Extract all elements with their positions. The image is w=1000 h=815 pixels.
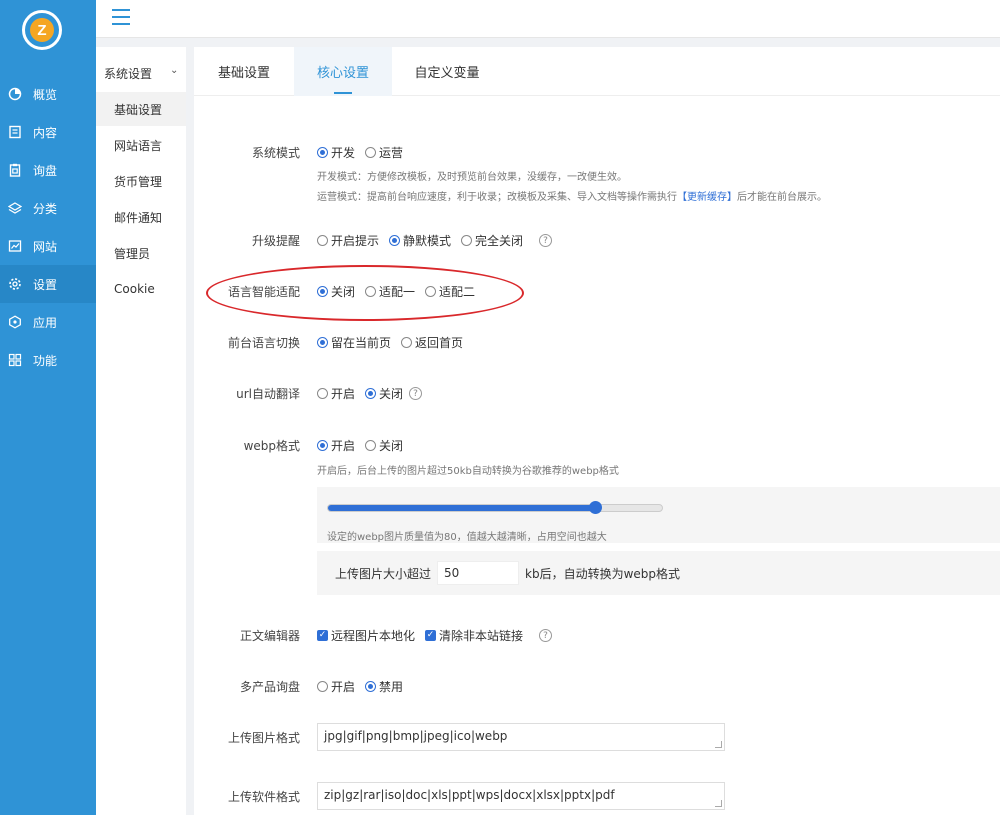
webp-quality-hint: 设定的webp图片质量值为80，值越大越清晰，占用空间也越大 <box>327 532 607 543</box>
subnav-title[interactable]: 系统设置 <box>104 65 152 82</box>
tab-bar: 基础设置 核心设置 自定义变量 <box>194 47 1000 96</box>
clear-external-links-checkbox[interactable]: ✓ 清除非本站链接 <box>425 627 523 644</box>
hexagon-icon <box>8 315 22 329</box>
system-mode-label: 系统模式 <box>251 146 300 160</box>
lang-adapt-options: 关闭 适配一 适配二 <box>317 283 485 300</box>
slider-fill <box>328 505 595 511</box>
webp-quality-slider[interactable] <box>327 501 663 514</box>
system-mode-hint-ops: 运营模式：提高前台响应速度，利于收录；改模板及采集、导入文档等操作需执行【更新缓… <box>317 192 827 203</box>
subnav-item-currency[interactable]: 货币管理 <box>96 164 186 198</box>
top-bar <box>96 0 1000 38</box>
webp-size-input[interactable] <box>437 561 520 585</box>
clipboard-icon <box>8 163 22 177</box>
nav-label: 分类 <box>33 201 58 216</box>
slider-handle[interactable] <box>589 501 602 514</box>
url-translate-on-radio[interactable]: 开启 <box>317 385 355 402</box>
grid-icon <box>8 353 22 367</box>
settings-subnav: 系统设置 ⌄ 基础设置 网站语言 货币管理 邮件通知 管理员 Cookie <box>96 47 186 815</box>
subnav-item-language[interactable]: 网站语言 <box>96 128 186 162</box>
nav-item-category[interactable]: 分类 <box>0 189 96 227</box>
nav-item-features[interactable]: 功能 <box>0 341 96 379</box>
webp-label: webp格式 <box>243 439 300 453</box>
nav-item-overview[interactable]: 概览 <box>0 75 96 113</box>
help-icon[interactable]: ? <box>409 387 423 400</box>
help-icon[interactable]: ? <box>539 629 553 642</box>
system-mode-dev-radio[interactable]: 开发 <box>317 144 355 161</box>
multi-inquiry-options: 开启 禁用 <box>317 678 413 695</box>
size-prefix: 上传图片大小超过 <box>335 566 432 581</box>
nav-item-inquiry[interactable]: 询盘 <box>0 151 96 189</box>
update-cache-link[interactable]: 【更新缓存】 <box>677 192 737 203</box>
url-translate-off-radio[interactable]: 关闭 <box>365 385 403 402</box>
lang-adapt-one-radio[interactable]: 适配一 <box>365 283 415 300</box>
subnav-item-basic[interactable]: 基础设置 <box>96 92 186 126</box>
upgrade-notice-options: 开启提示 静默模式 完全关闭 ? <box>317 232 553 249</box>
subnav-item-email[interactable]: 邮件通知 <box>96 200 186 234</box>
url-translate-label: url自动翻译 <box>236 387 300 401</box>
lang-adapt-off-radio[interactable]: 关闭 <box>317 283 355 300</box>
pie-chart-icon <box>8 87 22 101</box>
tab-custom-vars[interactable]: 自定义变量 <box>392 47 502 96</box>
document-icon <box>8 125 22 139</box>
nav-label: 应用 <box>33 315 58 330</box>
upgrade-notice-on-radio[interactable]: 开启提示 <box>317 232 379 249</box>
help-icon[interactable]: ? <box>539 234 553 247</box>
multi-inquiry-on-radio[interactable]: 开启 <box>317 678 355 695</box>
stay-current-page-radio[interactable]: 留在当前页 <box>317 334 391 351</box>
tab-basic[interactable]: 基础设置 <box>194 47 294 96</box>
tab-core[interactable]: 核心设置 <box>294 47 392 96</box>
nav-label: 概览 <box>33 87 58 102</box>
main-sidebar: Z 概览 内容 询盘 分类 网站 设置 应用 功能 <box>0 0 96 815</box>
system-mode-ops-radio[interactable]: 运营 <box>365 144 403 161</box>
image-formats-textarea[interactable]: jpg|gif|png|bmp|jpeg|ico|webp <box>317 723 725 751</box>
main-panel: 基础设置 核心设置 自定义变量 系统模式 开发 运营 开发模式：方便修改模板，及… <box>194 47 1000 815</box>
nav-label: 设置 <box>33 277 58 292</box>
menu-toggle-icon[interactable] <box>112 9 130 25</box>
webp-hint: 开启后，后台上传的图片超过50kb自动转换为谷歌推荐的webp格式 <box>317 466 619 477</box>
upgrade-notice-label: 升级提醒 <box>251 234 300 248</box>
image-formats-label: 上传图片格式 <box>227 731 300 745</box>
webp-off-radio[interactable]: 关闭 <box>365 437 403 454</box>
webp-quality-box: 设定的webp图片质量值为80，值越大越清晰，占用空间也越大 <box>317 487 1000 543</box>
url-translate-options: 开启 关闭 ? <box>317 385 423 402</box>
webp-options: 开启 关闭 <box>317 437 413 454</box>
lang-adapt-label: 语言智能适配 <box>227 285 300 299</box>
software-formats-label: 上传软件格式 <box>227 790 300 804</box>
lang-adapt-two-radio[interactable]: 适配二 <box>425 283 475 300</box>
system-mode-hint-dev: 开发模式：方便修改模板，及时预览前台效果，没缓存，一改便生效。 <box>317 172 627 183</box>
logo-letter: Z <box>30 18 54 42</box>
nav-label: 询盘 <box>33 163 58 178</box>
system-mode-options: 开发 运营 <box>317 144 413 161</box>
remote-image-local-checkbox[interactable]: ✓ 远程图片本地化 <box>317 627 415 644</box>
nav-label: 功能 <box>33 353 58 368</box>
nav-item-settings[interactable]: 设置 <box>0 265 96 303</box>
size-suffix: kb后，自动转换为webp格式 <box>525 566 681 581</box>
chevron-down-icon[interactable]: ⌄ <box>170 65 178 76</box>
nav-item-website[interactable]: 网站 <box>0 227 96 265</box>
subnav-item-admin[interactable]: 管理员 <box>96 236 186 270</box>
app-logo[interactable]: Z <box>22 10 62 50</box>
webp-on-radio[interactable]: 开启 <box>317 437 355 454</box>
multi-inquiry-disable-radio[interactable]: 禁用 <box>365 678 403 695</box>
software-formats-textarea[interactable]: zip|gz|rar|iso|doc|xls|ppt|wps|docx|xlsx… <box>317 782 725 810</box>
nav-label: 网站 <box>33 239 58 254</box>
front-lang-switch-label: 前台语言切换 <box>227 336 300 350</box>
subnav-item-cookie[interactable]: Cookie <box>96 272 186 306</box>
return-home-radio[interactable]: 返回首页 <box>401 334 463 351</box>
layers-icon <box>8 201 22 215</box>
front-lang-switch-options: 留在当前页 返回首页 <box>317 334 473 351</box>
chart-window-icon <box>8 239 22 253</box>
webp-size-box: 上传图片大小超过 kb后，自动转换为webp格式 <box>317 551 1000 595</box>
upgrade-notice-silent-radio[interactable]: 静默模式 <box>389 232 451 249</box>
editor-options: ✓ 远程图片本地化 ✓ 清除非本站链接 ? <box>317 627 553 644</box>
nav-item-apps[interactable]: 应用 <box>0 303 96 341</box>
nav-item-content[interactable]: 内容 <box>0 113 96 151</box>
nav-label: 内容 <box>33 125 58 140</box>
gear-icon <box>8 277 22 291</box>
editor-label: 正文编辑器 <box>239 629 300 643</box>
upgrade-notice-off-radio[interactable]: 完全关闭 <box>461 232 523 249</box>
multi-inquiry-label: 多产品询盘 <box>239 680 300 694</box>
